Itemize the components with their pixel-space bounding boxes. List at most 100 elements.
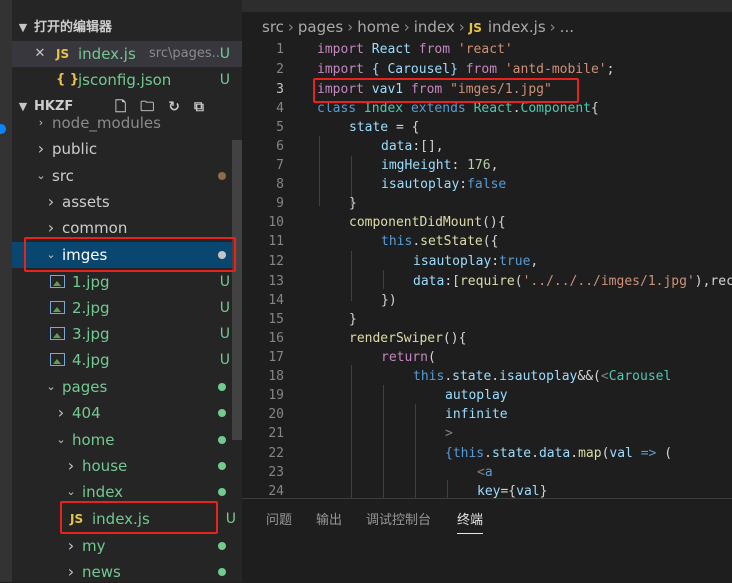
- tree-label: src: [52, 167, 74, 185]
- tree-file-1jpg[interactable]: 1.jpg U: [12, 269, 242, 295]
- line-number: 7: [276, 158, 284, 173]
- code-token: }): [381, 293, 397, 308]
- code-token: state: [491, 446, 532, 461]
- line-number: 4: [276, 101, 284, 116]
- chevron-down-icon: ▼: [18, 21, 28, 34]
- tab-debug-console[interactable]: 调试控制台: [366, 509, 431, 528]
- code-token: &&(: [577, 369, 601, 384]
- code-token: :: [459, 177, 468, 192]
- code-token: .: [491, 369, 500, 384]
- git-untracked-dot: [218, 542, 226, 550]
- tree-folder-home[interactable]: ⌄ home: [12, 427, 242, 453]
- chevron-right-icon: ›: [347, 18, 354, 36]
- git-status-badge: U: [219, 300, 230, 316]
- code-line: 21 >: [242, 424, 732, 443]
- tree-folder-src[interactable]: ⌄ src: [12, 163, 242, 189]
- breadcrumb-item[interactable]: index: [414, 18, 455, 36]
- line-number: 16: [268, 331, 284, 346]
- code-token: .: [412, 234, 421, 249]
- code-line: 1 import React from 'react': [242, 40, 732, 59]
- code-line: 24 key={val}: [242, 482, 732, 498]
- image-file-icon: [50, 321, 65, 347]
- code-line: 19 autoplay: [242, 386, 732, 405]
- line-number: 12: [268, 254, 284, 269]
- tree-folder-pages[interactable]: ⌄ pages: [12, 374, 242, 400]
- open-editor-item[interactable]: ✕ JS index.js src\pages... U: [12, 41, 242, 67]
- breadcrumb-item[interactable]: home: [357, 18, 400, 36]
- tree-file-3jpg[interactable]: 3.jpg U: [12, 321, 242, 347]
- tree-folder-node_modules[interactable]: › node_modules: [12, 110, 242, 136]
- line-number: 1: [276, 42, 284, 57]
- code-token: isautoplay: [413, 254, 492, 269]
- tree-folder-house[interactable]: › house: [12, 453, 242, 479]
- code-line: 11 this.setState({: [242, 232, 732, 251]
- code-token: (){: [442, 331, 467, 346]
- tree-file-2jpg[interactable]: 2.jpg U: [12, 295, 242, 321]
- code-token: >: [445, 426, 453, 441]
- line-number: 3: [276, 82, 284, 97]
- code-token: '../../../imges/1.jpg': [522, 274, 695, 289]
- git-untracked-dot: [218, 462, 226, 470]
- line-number: 9: [276, 196, 284, 211]
- tree-folder-404[interactable]: › 404: [12, 400, 242, 426]
- close-icon[interactable]: ✕: [33, 41, 47, 67]
- code-editor[interactable]: src › pages › home › index › JS index.js ›... 1 imp…: [242, 0, 732, 498]
- js-icon: JS: [468, 21, 482, 35]
- open-editors-header[interactable]: ▼ 打开的编辑器: [12, 15, 242, 41]
- code-token: 176: [467, 158, 491, 173]
- code-line: 23 <a: [242, 463, 732, 482]
- git-status-badge: U: [219, 326, 230, 342]
- open-editor-item[interactable]: { } jsconfig.json U: [12, 67, 242, 93]
- line-number: 6: [276, 139, 284, 154]
- code-token: (: [427, 350, 436, 365]
- code-token: state: [349, 120, 389, 135]
- line-number: 22: [268, 446, 284, 461]
- tree-folder-assets[interactable]: › assets: [12, 189, 242, 215]
- code-token: state: [452, 369, 492, 384]
- tab-output[interactable]: 输出: [316, 509, 342, 528]
- code-token: extends: [410, 101, 466, 116]
- line-number: 13: [268, 274, 284, 289]
- code-token: true: [499, 254, 531, 269]
- sidebar-scrollbar[interactable]: [232, 140, 242, 440]
- activity-bar: [0, 0, 12, 582]
- open-editors-title: 打开的编辑器: [34, 20, 113, 35]
- code-line: 7 imgHeight: 176,: [242, 156, 732, 175]
- image-file-icon: [50, 295, 65, 321]
- code-token: isautoplay: [381, 177, 460, 192]
- tab-terminal[interactable]: 终端: [457, 509, 484, 534]
- breadcrumb-item[interactable]: index.js: [488, 18, 546, 36]
- code-token: setState: [420, 234, 483, 249]
- tree-label: pages: [62, 378, 108, 396]
- tree-file-4jpg[interactable]: 4.jpg U: [12, 347, 242, 373]
- git-untracked-dot: [218, 383, 226, 391]
- line-number: 5: [276, 120, 284, 135]
- git-status-badge: U: [219, 72, 230, 88]
- code-token: :[: [444, 274, 460, 289]
- line-number: 10: [268, 215, 284, 230]
- tab-problems[interactable]: 问题: [266, 509, 292, 528]
- breadcrumb-item[interactable]: src: [262, 18, 284, 36]
- code-token: isautoplay: [499, 369, 578, 384]
- tree-label: 3.jpg: [72, 325, 110, 343]
- tree-folder-public[interactable]: › public: [12, 136, 242, 162]
- tree-folder-my[interactable]: › my: [12, 533, 242, 559]
- chevron-right-icon: ›: [67, 536, 75, 555]
- breadcrumb-item[interactable]: ...: [560, 18, 574, 36]
- chevron-right-icon: ›: [38, 116, 44, 129]
- chevron-right-icon: ›: [458, 18, 465, 36]
- open-editor-name: index.js: [78, 45, 136, 63]
- tree-folder-news[interactable]: › news: [12, 559, 242, 582]
- code-token: val: [609, 446, 633, 461]
- line-number: 11: [268, 234, 284, 249]
- git-modified-dot: [218, 172, 226, 180]
- code-line: 14}): [242, 291, 732, 310]
- breadcrumb-item[interactable]: pages: [298, 18, 343, 36]
- code-token: ,: [530, 254, 539, 269]
- chevron-right-icon: ›: [287, 18, 294, 36]
- code-token: imgHeight: [381, 158, 452, 173]
- code-line: 9}: [242, 194, 732, 213]
- git-status-badge: U: [225, 511, 236, 527]
- code-token: (: [664, 446, 673, 461]
- line-number: 17: [268, 350, 284, 365]
